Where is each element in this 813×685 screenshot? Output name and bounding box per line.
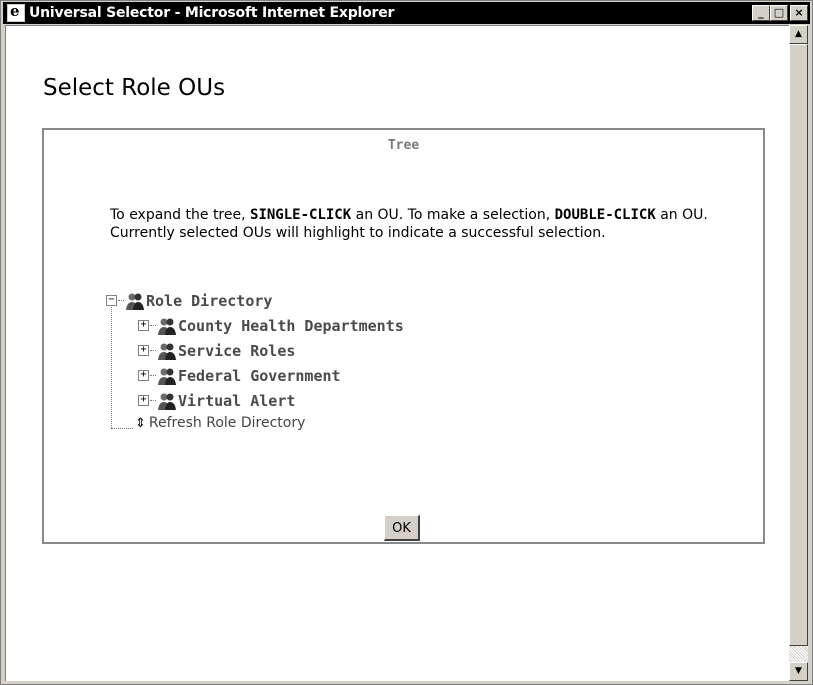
tree-node-label[interactable]: County Health Departments [178,317,404,335]
expand-icon[interactable]: + [138,320,149,331]
tree-node-label[interactable]: Service Roles [178,342,295,360]
browser-window: Universal Selector - Microsoft Internet … [0,0,813,685]
refresh-arrows-icon: ⇕ [135,415,146,431]
tree-node-label[interactable]: Federal Government [178,367,341,385]
role-tree: − Role Directory + County Health Departm… [106,288,404,413]
expand-icon[interactable]: + [138,345,149,356]
tree-connector [111,427,133,429]
tree-connector [150,400,156,401]
expand-icon[interactable]: + [138,395,149,406]
page-content: Select Role OUs Tree To expand the tree,… [5,25,790,681]
minimize-button[interactable]: _ [752,5,770,21]
tree-connector [150,375,156,376]
instructions-bold2: DOUBLE-CLICK [554,207,656,223]
tree-node-service-roles[interactable]: + Service Roles [138,338,404,363]
people-group-icon [158,318,176,335]
people-group-icon [158,343,176,360]
instructions-text: To expand the tree, SINGLE-CLICK an OU. … [110,206,710,242]
tree-node-virtual-alert[interactable]: + Virtual Alert [138,388,404,413]
tree-connector [118,300,124,301]
vertical-scrollbar[interactable]: ▲ ▼ [789,25,808,681]
instructions-part2: an OU. To make a selection, [351,207,555,223]
scrollbar-thumb[interactable] [789,44,808,646]
window-title: Universal Selector - Microsoft Internet … [29,5,395,21]
page-title: Select Role OUs [43,75,226,101]
people-group-icon [126,293,144,310]
maximize-button[interactable]: □ [770,5,788,21]
close-button[interactable]: × [790,5,808,21]
scroll-up-arrow-icon[interactable]: ▲ [789,25,808,44]
tree-node-label[interactable]: Virtual Alert [178,392,295,410]
title-bar[interactable]: Universal Selector - Microsoft Internet … [3,2,810,24]
scroll-down-arrow-icon[interactable]: ▼ [789,662,808,681]
instructions-bold1: SINGLE-CLICK [250,207,352,223]
tree-node-federal-government[interactable]: + Federal Government [138,363,404,388]
tree-node-role-directory[interactable]: − Role Directory [106,288,404,313]
window-controls: _ □ × [752,5,808,21]
tree-connector [150,325,156,326]
tree-panel: Tree To expand the tree, SINGLE-CLICK an… [42,128,765,544]
refresh-role-directory-link[interactable]: ⇕ Refresh Role Directory [111,415,305,431]
people-group-icon [158,368,176,385]
internet-explorer-icon [7,2,25,22]
collapse-icon[interactable]: − [106,295,117,306]
panel-legend: Tree [387,138,420,153]
people-group-icon [158,393,176,410]
tree-node-county-health-departments[interactable]: + County Health Departments [138,313,404,338]
tree-node-label[interactable]: Role Directory [146,292,272,310]
ok-button[interactable]: OK [384,515,420,541]
tree-connector [150,350,156,351]
expand-icon[interactable]: + [138,370,149,381]
refresh-label[interactable]: Refresh Role Directory [149,415,305,431]
instructions-part1: To expand the tree, [110,207,251,223]
